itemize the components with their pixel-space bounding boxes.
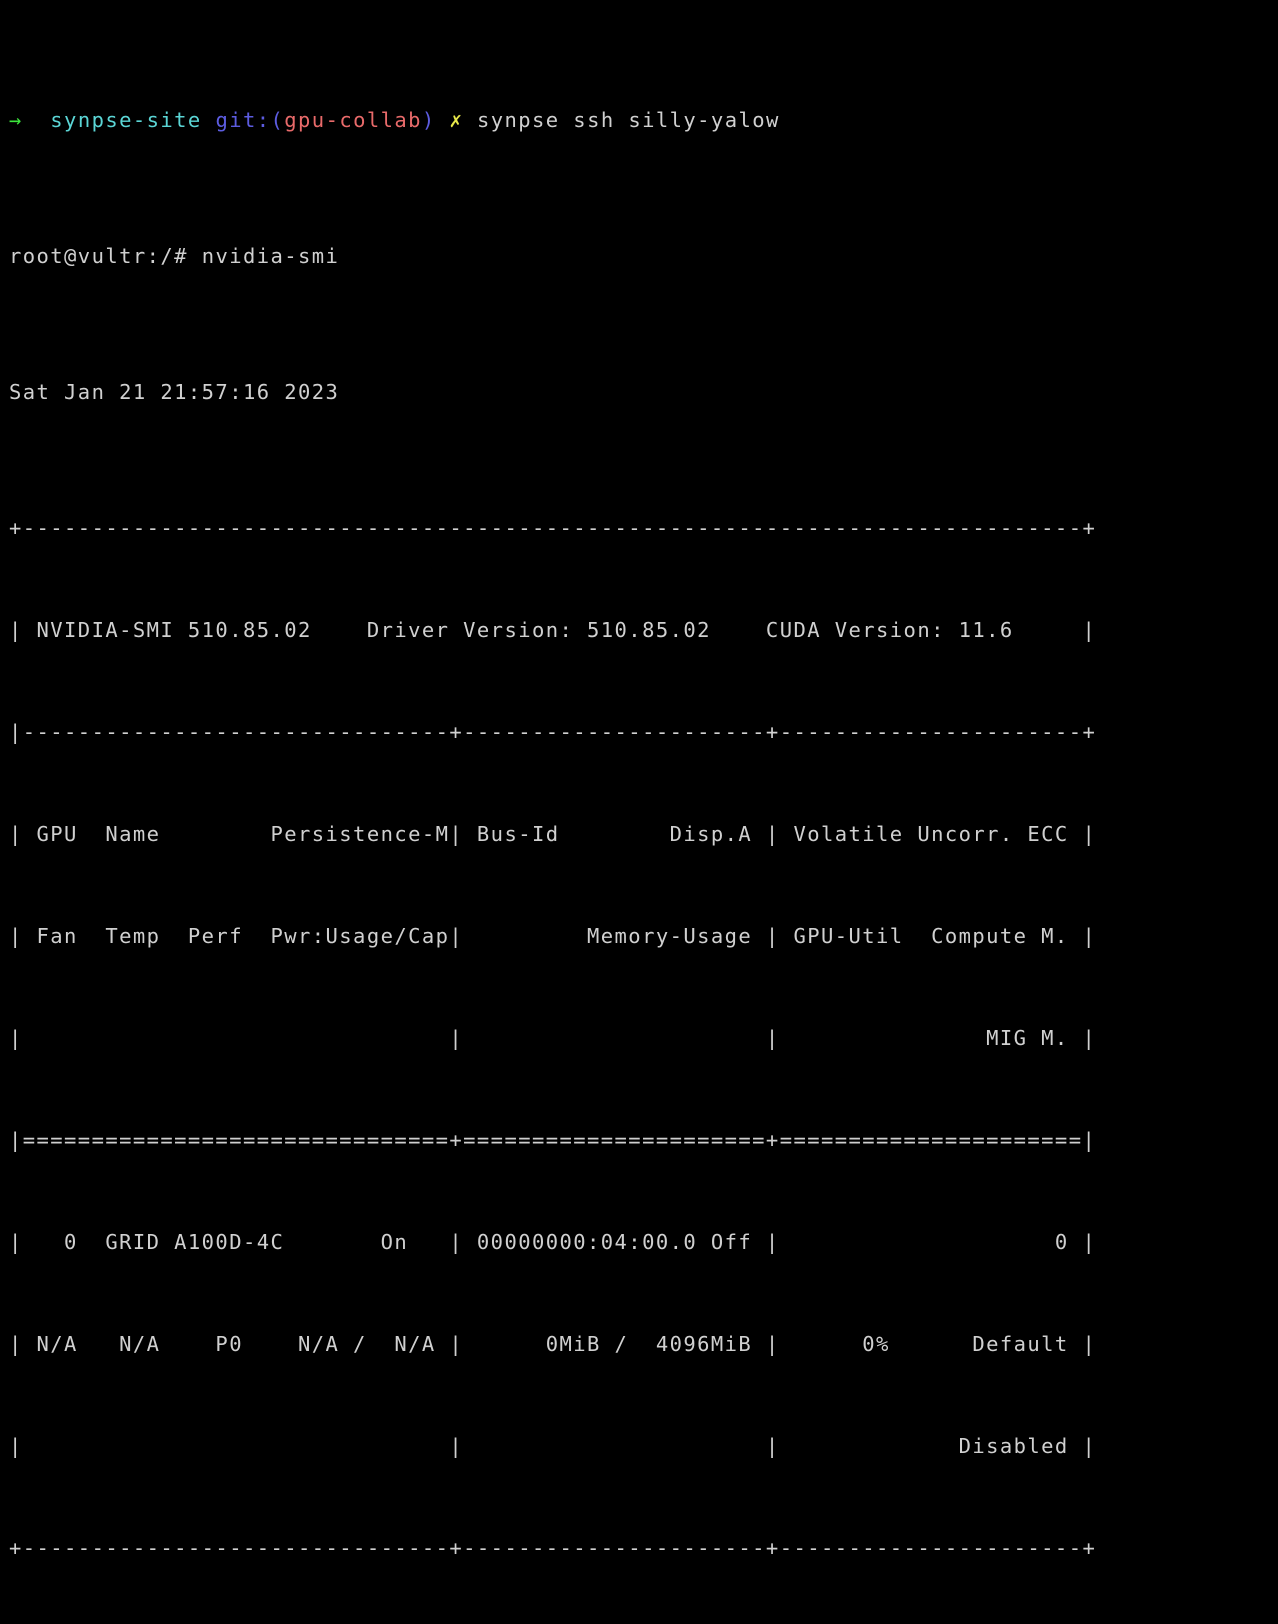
smi-gpu-row-3: | | | Disabled | [9,1434,1097,1458]
smi-header-divider: |-------------------------------+-------… [9,720,1097,744]
smi-gpu-row-2: | N/A N/A P0 N/A / N/A | 0MiB / 4096MiB … [9,1332,1097,1356]
prompt-gap-1 [23,108,51,132]
prompt-gap-3 [436,108,450,132]
prompt-git-branch: gpu-collab [284,108,422,132]
prompt-paren-close: ) [421,108,436,132]
prompt-gap-4 [463,108,477,132]
remote-command: nvidia-smi [201,244,340,268]
smi-heavy-divider: |===============================+=======… [9,1128,1097,1152]
remote-prompt-gap [188,244,202,268]
prompt-git-prefix: git: [215,108,271,132]
prompt-arrow-icon: → [9,108,23,132]
smi-column-header-row-2: | Fan Temp Perf Pwr:Usage/Cap| Memory-Us… [9,924,1097,948]
smi-bottom-border: +-------------------------------+-------… [9,1536,1097,1560]
smi-column-header-row-1: | GPU Name Persistence-M| Bus-Id Disp.A … [9,822,1097,846]
smi-timestamp: Sat Jan 21 21:57:16 2023 [9,380,340,404]
smi-gpu-row-1: | 0 GRID A100D-4C On | 00000000:04:00.0 … [9,1230,1097,1254]
smi-top-border: +---------------------------------------… [9,516,1097,540]
prompt-paren-open: ( [270,108,285,132]
prompt-gap-2 [202,108,216,132]
remote-prompt: root@vultr:/# [9,244,188,268]
prompt-directory: synpse-site [50,108,202,132]
remote-prompt-line: root@vultr:/# nvidia-smi [9,239,1278,273]
smi-version-header: | NVIDIA-SMI 510.85.02 Driver Version: 5… [9,618,1097,642]
smi-column-header-row-3: | | | MIG M. | [9,1026,1097,1050]
prompt-status-mark-icon: ✗ [449,108,464,132]
shell-command: synpse ssh silly-yalow [476,108,780,132]
shell-prompt-line: → synpse-site git:(gpu-collab) ✗ synpse … [9,103,1278,137]
terminal-screen[interactable]: → synpse-site git:(gpu-collab) ✗ synpse … [0,0,1278,1560]
